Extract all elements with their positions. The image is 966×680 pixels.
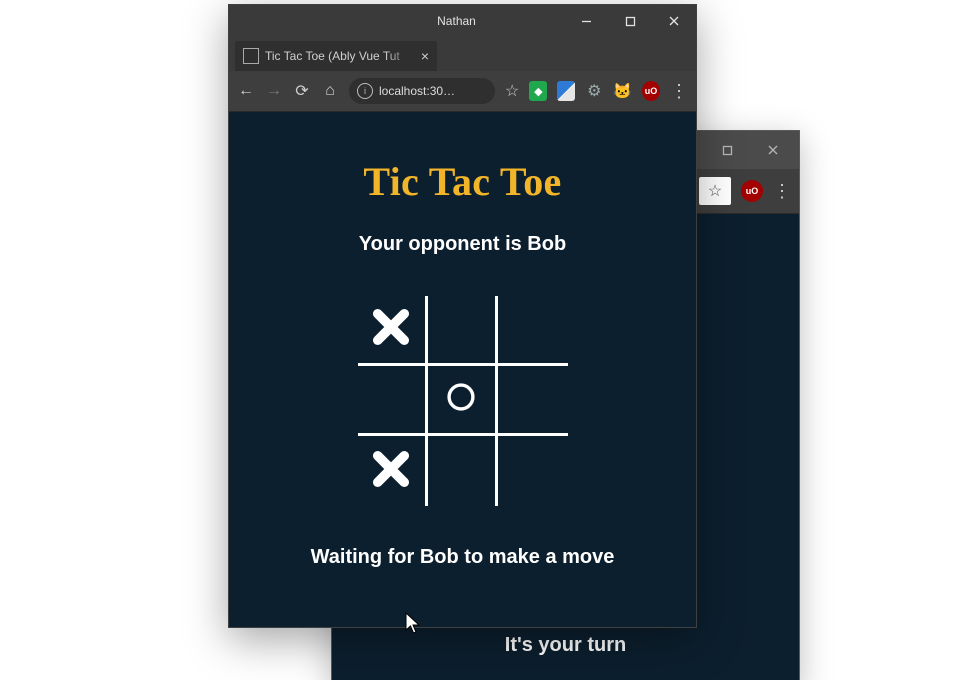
board-cell-1-1[interactable]: [428, 366, 498, 436]
status-message: Waiting for Bob to make a move: [229, 546, 696, 569]
nav-forward-icon[interactable]: →: [265, 82, 283, 100]
window-titlebar: Nathan: [229, 5, 696, 37]
extension-cat-icon[interactable]: 🐱: [613, 81, 632, 101]
nav-home-icon[interactable]: ⌂: [321, 82, 339, 100]
tab-favicon-icon: [243, 48, 259, 64]
menu-kebab-icon[interactable]: ⋮: [670, 82, 688, 100]
extension-blue-icon[interactable]: [557, 81, 575, 101]
extension-ublock-icon[interactable]: uO: [741, 180, 763, 202]
address-bar[interactable]: i localhost:30…: [349, 78, 495, 104]
extension-ublock-icon[interactable]: uO: [642, 81, 660, 101]
maximize-button[interactable]: [608, 5, 652, 37]
board-cell-1-0[interactable]: [358, 366, 428, 436]
tab-title: Tic Tac Toe (Ably Vue Tut: [265, 49, 415, 63]
board-cell-2-2[interactable]: [498, 436, 568, 506]
bookmark-star-icon[interactable]: ☆: [699, 177, 731, 205]
board-cell-2-0[interactable]: [358, 436, 428, 506]
site-info-icon[interactable]: i: [357, 83, 373, 99]
board-cell-0-0[interactable]: [358, 296, 428, 366]
game-title: Tic Tac Toe: [229, 158, 696, 205]
board-cell-1-2[interactable]: [498, 366, 568, 436]
tab-close-icon[interactable]: ×: [421, 48, 429, 64]
nav-back-icon[interactable]: ←: [237, 82, 255, 100]
board-cell-0-1[interactable]: [428, 296, 498, 366]
tab-strip: Tic Tac Toe (Ably Vue Tut ×: [229, 37, 696, 71]
primary-browser-window: Nathan Tic Tac Toe (Ably Vue Tut × ← → ⟳…: [228, 4, 697, 628]
game-area: Tic Tac Toe Your opponent is Bob Waiting…: [229, 112, 696, 569]
close-button[interactable]: [751, 131, 795, 169]
board-cell-2-1[interactable]: [428, 436, 498, 506]
close-button[interactable]: [652, 5, 696, 37]
browser-tab[interactable]: Tic Tac Toe (Ably Vue Tut ×: [235, 41, 437, 71]
mark-x-icon: [372, 308, 410, 351]
opponent-line: Your opponent is Bob: [229, 233, 696, 256]
extension-gear-icon[interactable]: ⚙: [585, 81, 603, 101]
status-message: It's your turn: [332, 634, 799, 657]
address-bar-text: localhost:30…: [379, 84, 487, 98]
tic-tac-toe-board: [358, 296, 568, 506]
browser-toolbar: ← → ⟳ ⌂ i localhost:30… ☆ ◆ ⚙ 🐱 uO ⋮: [229, 71, 696, 112]
chrome-profile-name[interactable]: Nathan: [349, 14, 564, 28]
extension-green-icon[interactable]: ◆: [529, 81, 547, 101]
board-cell-0-2[interactable]: [498, 296, 568, 366]
minimize-button[interactable]: [564, 5, 608, 37]
menu-kebab-icon[interactable]: ⋮: [773, 182, 791, 200]
mark-x-icon: [372, 450, 410, 493]
bookmark-star-icon[interactable]: ☆: [505, 81, 519, 101]
nav-reload-icon[interactable]: ⟳: [293, 81, 311, 101]
maximize-button[interactable]: [705, 131, 749, 169]
mark-o-icon: [444, 380, 478, 419]
